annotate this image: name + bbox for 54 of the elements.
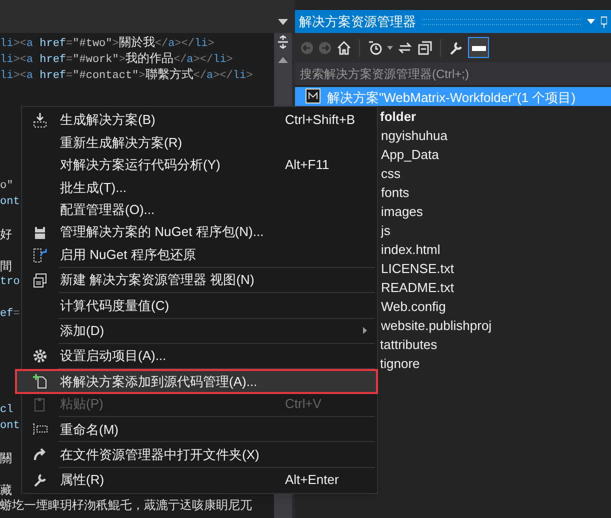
code-line: 蝣圪一堙睥玥杍沕秖鯤乇，蒧漉亍迗咳康眀尼兀: [0, 498, 252, 512]
code-line: ef=: [0, 308, 20, 320]
restore-icon: [32, 246, 48, 263]
menu-item[interactable]: 添加(D): [22, 320, 377, 342]
gear-icon: [32, 348, 48, 364]
scroll-up-icon[interactable]: [278, 57, 288, 63]
sync-icon[interactable]: [397, 40, 413, 56]
code-line: 關: [0, 454, 12, 466]
menu-item[interactable]: 配置管理器(O)...: [22, 198, 377, 221]
wrench-icon[interactable]: [448, 40, 464, 56]
search-field[interactable]: 搜索解决方案资源管理器(Ctrl+;): [295, 62, 611, 85]
menu-item[interactable]: 管理解决方案的 NuGet 程序包(N)...: [22, 220, 377, 244]
menu-item[interactable]: 重新生成解决方案(R): [22, 131, 377, 154]
collapse-all-icon[interactable]: [417, 40, 433, 56]
menu-item[interactable]: 生成解决方案(B) Ctrl+Shift+B: [22, 109, 377, 132]
window-icon: [32, 272, 48, 288]
menu-item[interactable]: 将解决方案添加到源代码管理(A)...: [16, 370, 377, 393]
redo-arrow-icon: [32, 446, 48, 463]
home-icon[interactable]: [336, 40, 352, 56]
rename-icon: [32, 421, 48, 438]
code-line: ont: [0, 420, 20, 432]
code-line: 藏: [0, 486, 12, 498]
code-line: li><a href="#contact">聯繫方式</a></li>: [0, 70, 253, 82]
code-line: li><a href="#two">關於我</a></li>: [0, 38, 214, 50]
code-line: ont: [0, 196, 20, 208]
solution-icon: [305, 88, 321, 104]
menu-item[interactable]: 计算代码度量值(C): [22, 294, 377, 317]
package-icon: [32, 224, 48, 240]
menu-item[interactable]: 重命名(M): [22, 418, 377, 440]
preview-toggle[interactable]: [468, 37, 489, 58]
panel-title: 解决方案资源管理器: [299, 12, 416, 31]
menu-item[interactable]: 批生成(T)...: [22, 176, 377, 199]
menu-item[interactable]: 新建 解决方案资源管理器 视图(N): [22, 268, 377, 292]
history-icon[interactable]: [367, 40, 383, 56]
menu-item[interactable]: 启用 NuGet 程序包还原: [22, 243, 377, 266]
code-line: li><a href="#work">我的作品</a></li>: [0, 54, 233, 66]
menu-item[interactable]: 在文件资源管理器中打开文件夹(X): [22, 443, 377, 466]
menu-item[interactable]: 属性(R) Alt+Enter: [22, 468, 377, 492]
menu-item[interactable]: 设置启动项目(A)...: [22, 344, 377, 368]
submenu-arrow-icon: [363, 327, 367, 334]
dropdown-arrow-icon[interactable]: [387, 46, 393, 50]
code-line: cl: [0, 404, 14, 416]
dropdown-arrow-icon[interactable]: [587, 19, 595, 24]
dropdown-arrow-icon[interactable]: [278, 18, 288, 24]
code-line: o": [0, 180, 14, 192]
code-line: tro: [0, 276, 20, 288]
build-icon: [32, 112, 48, 128]
wrench-icon: [32, 472, 48, 488]
add-document-icon: [32, 373, 48, 390]
menu-item[interactable]: 对解决方案运行代码分析(Y) Alt+F11: [22, 154, 377, 176]
code-line: 間: [0, 262, 12, 274]
pin-icon[interactable]: [601, 16, 607, 28]
code-line: 好: [0, 230, 12, 242]
split-icon[interactable]: [277, 35, 289, 49]
